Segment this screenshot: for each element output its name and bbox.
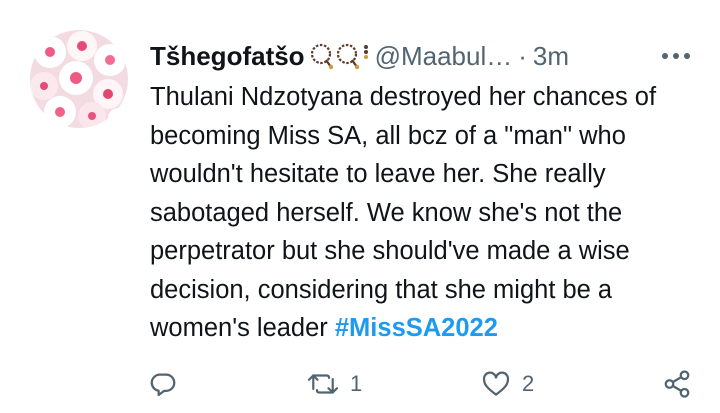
prayer-beads-icon — [336, 43, 359, 70]
retweet-button[interactable]: 1 — [306, 362, 362, 406]
avatar[interactable] — [30, 30, 128, 128]
more-dots-icon — [662, 53, 690, 59]
retweet-icon — [307, 374, 339, 394]
like-button[interactable]: 2 — [480, 362, 534, 406]
timestamp[interactable]: 3m — [533, 36, 569, 76]
more-options-button[interactable] — [656, 44, 696, 68]
heart-icon — [482, 371, 510, 396]
reply-button[interactable] — [148, 362, 188, 406]
tweet-text-content: Thulani Ndzotyana destroyed her chances … — [150, 83, 657, 342]
beads-strand-icon — [363, 45, 368, 59]
display-name[interactable]: Tšhegofatšo — [150, 36, 305, 76]
tweet-text: Thulani Ndzotyana destroyed her chances … — [150, 78, 705, 348]
name-emojis — [309, 42, 371, 70]
tweet-header: Tšhegofatšo @Maabul… · 3m — [150, 36, 700, 76]
prayer-beads-icon — [310, 43, 333, 70]
share-icon — [664, 370, 690, 398]
action-bar: 1 2 — [140, 362, 700, 406]
reply-bubble-icon — [150, 373, 176, 397]
hashtag-link[interactable]: #MissSA2022 — [335, 314, 498, 342]
share-button[interactable] — [662, 362, 692, 406]
retweet-count: 1 — [350, 371, 363, 396]
separator-dot: · — [518, 41, 527, 71]
user-handle[interactable]: @Maabul… — [375, 36, 513, 76]
tweet-card[interactable]: Tšhegofatšo @Maabul… · 3m Thulani Ndzoty… — [0, 0, 720, 413]
like-count: 2 — [522, 371, 535, 396]
